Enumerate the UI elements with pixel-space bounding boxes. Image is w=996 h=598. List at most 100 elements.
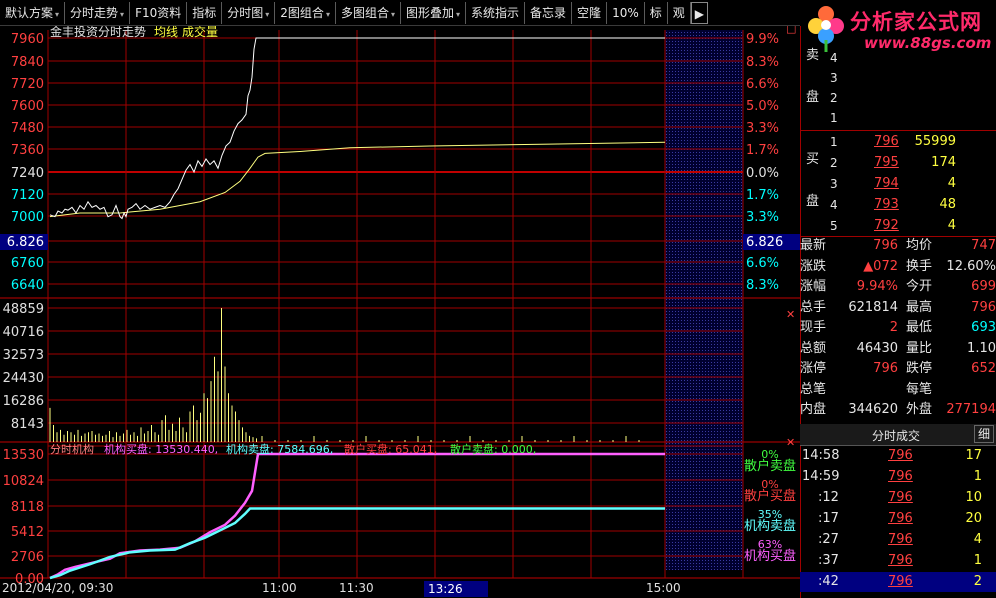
- stat-value-2: 652: [971, 361, 996, 376]
- buy-row[interactable]: 3 794 4: [800, 174, 996, 194]
- chart-title: 金丰投资分时走势: [50, 26, 146, 39]
- tick-time: 14:59: [802, 469, 840, 484]
- tick-price: 796: [888, 490, 913, 505]
- tick-row[interactable]: :27 796 4: [800, 530, 996, 550]
- indicator-button[interactable]: 指标: [187, 1, 223, 24]
- stat-value-2: 1.10: [967, 340, 996, 356]
- tick-row[interactable]: :17 796 20: [800, 509, 996, 529]
- tick-row[interactable]: :37 796 1: [800, 551, 996, 571]
- intraday-button[interactable]: 分时走势 ▾: [65, 1, 131, 24]
- stat-label: 总笔: [800, 381, 827, 397]
- system-indicator-button[interactable]: 系统指示: [466, 1, 526, 24]
- tick-row[interactable]: :12 796 10: [800, 488, 996, 508]
- overlay-button[interactable]: 图形叠加 ▾: [401, 1, 467, 24]
- stat-label: 总手: [800, 299, 827, 315]
- scheme-button[interactable]: 默认方案 ▾: [0, 1, 66, 24]
- combo2-button[interactable]: 2图组合 ▾: [275, 1, 336, 24]
- stat-value-2: 747: [971, 238, 996, 253]
- stat-value-2: 699: [971, 279, 996, 294]
- time-1500: 15:00: [646, 581, 681, 595]
- percent-tick: 8.3%: [746, 55, 779, 70]
- buy-volume: 4: [947, 218, 956, 233]
- stat-value: 621814: [848, 299, 898, 315]
- side-label: 机构买盘: [744, 548, 796, 564]
- close-volume-panel-icon[interactable]: ✕: [786, 308, 795, 321]
- tick-time: 14:58: [802, 448, 840, 463]
- price-tick: 7480: [11, 121, 44, 136]
- buy-price: 793: [874, 197, 899, 212]
- mark-button[interactable]: 标: [645, 1, 668, 24]
- percent-tick: 8.3%: [746, 278, 779, 293]
- stat-row: 总笔 每笔: [800, 380, 996, 400]
- ind-s1: 机构买盘: 13530.440,: [104, 442, 218, 456]
- stat-label: 现手: [800, 320, 827, 335]
- ind-s4: 散户卖盘: 0.000,: [450, 442, 536, 456]
- stat-row: 内盘 344620 外盘 277194: [800, 400, 996, 420]
- stat-value: 796: [873, 361, 898, 376]
- stat-label-2: 最高: [906, 299, 933, 315]
- short-long-button[interactable]: 空隆: [572, 1, 608, 24]
- stat-value-2: 277194: [946, 402, 996, 417]
- toolbar: 默认方案 ▾ 分时走势 ▾ F10资料 指标 分时图 ▾ 2图组合 ▾ 多图组合 ▾ 图形…: [0, 0, 800, 26]
- volume-tick: 24430: [3, 371, 44, 386]
- close-indicator-panel-icon[interactable]: ✕: [786, 436, 795, 449]
- time-cursor: 13:26: [428, 582, 463, 596]
- tick-price: 796: [888, 469, 913, 484]
- stat-label-2: 今开: [906, 279, 933, 294]
- stat-value-2: 693: [971, 320, 996, 335]
- percent-tick: 3.3%: [746, 210, 779, 225]
- price-tick: 6640: [11, 278, 44, 293]
- percent-tick: 5.0%: [746, 99, 779, 114]
- buy-volume: 55999: [914, 134, 956, 149]
- volume-tick: 32573: [3, 348, 44, 363]
- buy-row[interactable]: 4 793 48: [800, 195, 996, 215]
- tick-price: 796: [888, 532, 913, 547]
- view-button[interactable]: 观: [668, 1, 691, 24]
- play-icon[interactable]: ▶: [690, 1, 708, 24]
- buy-volume: 4: [947, 176, 956, 191]
- buy-label: 买: [806, 152, 820, 167]
- buy-price: 792: [874, 218, 899, 233]
- buy-level: 5: [830, 219, 838, 233]
- volume-axis: 48859 40716 32573 24430 16286 8143: [3, 302, 44, 432]
- tick-volume: 17: [965, 448, 982, 463]
- percent-button[interactable]: 10%: [607, 1, 645, 24]
- buy-level: 3: [830, 177, 838, 191]
- timechart-button[interactable]: 分时图 ▾: [222, 1, 276, 24]
- stat-value-2: 12.60%: [946, 258, 996, 274]
- stat-label: 涨停: [800, 361, 827, 376]
- sell-label: 卖: [806, 48, 820, 63]
- tick-time: :12: [818, 490, 839, 505]
- price-tick: 7240: [11, 166, 44, 181]
- tick-tab[interactable]: 分时成交: [872, 427, 920, 444]
- stock-app: 默认方案 ▾ 分时走势 ▾ F10资料 指标 分时图 ▾ 2图组合 ▾ 多图组合 ▾ 图形…: [0, 0, 996, 598]
- buy-row[interactable]: 1 796 55999: [800, 132, 996, 152]
- stat-label-2: 外盘: [906, 402, 933, 417]
- close-price-panel-icon[interactable]: □: [786, 26, 796, 35]
- stat-label: 内盘: [800, 402, 827, 417]
- multi-combo-button[interactable]: 多图组合 ▾: [336, 1, 401, 24]
- tick-volume: 10: [965, 490, 982, 505]
- sell-level-4: 4: [830, 51, 838, 65]
- stat-value: 2: [889, 320, 898, 335]
- f10-button[interactable]: F10资料: [130, 1, 188, 24]
- tick-row[interactable]: 14:58 796 17: [800, 446, 996, 466]
- buy-row[interactable]: 2 795 174: [800, 153, 996, 173]
- percent-tick: 1.7%: [746, 143, 779, 158]
- volume-bars: [49, 308, 640, 442]
- tick-time: :42: [818, 574, 839, 589]
- memo-button[interactable]: 备忘录: [525, 1, 573, 24]
- indicator-tick: 2706: [11, 550, 44, 565]
- tick-price: 796: [888, 574, 913, 589]
- percent-tick: 1.7%: [746, 188, 779, 203]
- price-tick: 7960: [11, 32, 44, 47]
- tick-detail-button[interactable]: 细: [974, 425, 994, 443]
- tick-row[interactable]: 14:59 796 1: [800, 467, 996, 487]
- percent-tick: 6.6%: [746, 77, 779, 92]
- sell-label-2: 盘: [806, 90, 820, 105]
- indicator-tick: 10824: [3, 474, 44, 489]
- tick-row[interactable]: :42 796 2: [800, 572, 996, 592]
- buy-row[interactable]: 5 792 4: [800, 216, 996, 236]
- chart-area[interactable]: 7960 7840 7720 7600 7480 7360 7240 7120 7000 6.82…: [0, 26, 800, 598]
- time-axis: 2012/04/20, 09:30 11:00 11:30 13:26 15:0…: [2, 581, 681, 597]
